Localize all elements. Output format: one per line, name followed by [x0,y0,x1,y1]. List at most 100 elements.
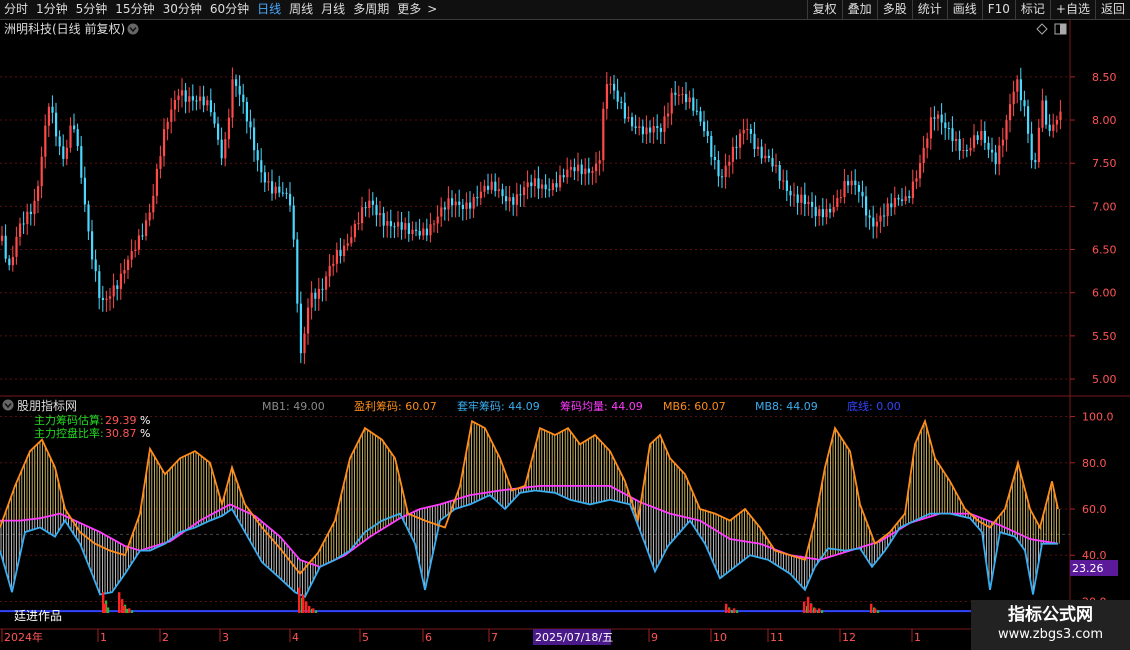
time-label-3: 3 [222,631,229,644]
candle-body-213 [767,155,770,159]
candle-body-124 [447,198,450,210]
candle-body-274 [987,142,990,150]
candle-body-25 [91,231,94,260]
candle-body-45 [163,129,166,157]
period-tab-2[interactable]: 5分钟 [72,0,112,19]
main-panel-title[interactable]: 洲明科技(日线 前复权) [4,21,125,36]
candle-body-68 [245,101,248,122]
candle-body-51 [184,90,187,102]
price-tick-label-6: 8.00 [1092,114,1117,127]
hist-bar-red-2 [118,592,121,613]
tool-button-4[interactable]: 画线 [946,0,982,19]
period-tab-7[interactable]: 周线 [285,0,317,19]
candle-body-65 [235,79,238,86]
indicator-series-0 [0,485,1059,568]
candle-body-75 [271,181,274,194]
indicator-values: MB1: 49.00 盈利筹码: 60.07 套牢筹码: 44.09 筹码均量: 44… [262,399,901,413]
candle-body-283 [1019,79,1022,101]
time-label-7: 7 [491,631,498,644]
candle-body-50 [181,90,184,96]
hist-bar-red-14 [803,601,806,613]
candle-body-238 [857,185,860,192]
main-panel-dropdown-icon[interactable] [127,23,139,35]
diamond-icon[interactable] [1036,23,1048,35]
candle-body-56 [202,96,205,106]
hist-bar-green-5 [131,610,134,613]
candle-body-192 [692,97,695,111]
candle-body-79 [285,192,288,194]
candle-body-83 [299,303,302,354]
period-tab-3[interactable]: 15分钟 [111,0,158,19]
candle-body-279 [1005,120,1008,140]
candle-body-144 [519,194,522,196]
candle-body-114 [411,229,414,235]
estimate-unit-1: % [140,427,150,440]
tool-button-3[interactable]: 统计 [911,0,947,19]
candle-body-231 [832,206,835,213]
tool-button-2[interactable]: 多股 [876,0,912,19]
candle-body-194 [699,111,702,122]
panel-toggle-icon[interactable] [1054,23,1067,35]
period-tab-6[interactable]: 日线 [253,0,285,19]
period-tab-5[interactable]: 60分钟 [206,0,253,19]
candle-body-286 [1030,133,1033,161]
estimate-label-1: 主力控盘比率: [34,426,104,440]
tool-button-1[interactable]: 叠加 [841,0,877,19]
candle-body-82 [296,239,299,304]
candle-body-268 [965,149,968,151]
candle-body-135 [487,185,490,190]
period-tab-8[interactable]: 月线 [317,0,349,19]
candle-body-227 [818,209,821,217]
price-tick-label-3: 6.50 [1092,244,1117,257]
candle-body-80 [289,193,292,206]
period-tab-1[interactable]: 1分钟 [32,0,72,19]
candle-body-12 [44,125,47,157]
period-tab-0[interactable]: 分时 [0,0,32,19]
tool-button-5[interactable]: F10 [981,0,1015,19]
candle-body-59 [213,112,216,124]
period-tabs: 分时 1分钟 5分钟 15分钟 30分钟 60分钟 日线 周线 月线 多周期 更多 > [0,0,439,19]
hist-bar-red-5 [128,608,131,613]
candle-body-37 [134,249,137,251]
candle-body-280 [1009,104,1012,121]
candle-body-110 [397,222,400,227]
period-tab-10[interactable]: 更多 [393,0,425,19]
candle-body-161 [580,164,583,175]
candle-body-293 [1055,119,1058,125]
period-tab-4[interactable]: 30分钟 [159,0,206,19]
tool-button-7[interactable]: +自选 [1049,0,1095,19]
indicator-value-4: MB6: 60.07 [663,400,726,413]
candle-body-172 [620,101,623,103]
candle-body-60 [217,123,220,140]
candle-body-214 [771,158,774,167]
estimate-value-1: 30.87 [105,427,137,440]
indicator-value-0: MB1: 49.00 [262,400,325,413]
candle-body-142 [512,197,515,205]
candle-body-57 [206,100,209,106]
candle-body-204 [735,146,738,148]
candle-body-139 [501,189,504,197]
candle-body-78 [281,192,284,194]
candle-body-235 [847,181,850,186]
tool-button-0[interactable]: 复权 [806,0,842,19]
indicator-name[interactable]: 股朋指标网 [17,398,77,413]
candle-body-49 [177,95,180,101]
candle-body-210 [757,146,760,149]
candle-body-30 [109,296,112,299]
price-axis: 5.00 5.50 6.00 6.50 7.00 7.50 8.00 8.50 [1070,71,1117,386]
period-tab-9[interactable]: 多周期 [349,0,393,19]
candle-body-176 [634,126,637,128]
tool-button-6[interactable]: 标记 [1014,0,1050,19]
candle-body-20 [73,125,76,130]
candle-body-181 [652,126,655,133]
candle-body-162 [584,168,587,175]
candle-body-1 [4,235,7,259]
candle-body-252 [908,196,911,199]
candle-body-91 [328,265,331,277]
candle-body-180 [649,127,652,133]
candle-body-184 [663,116,666,132]
more-chevron-icon[interactable]: > [425,0,439,19]
tool-button-8[interactable]: 返回 [1094,0,1130,19]
candle-body-42 [152,195,155,213]
indicator-dropdown-icon[interactable] [2,399,14,411]
